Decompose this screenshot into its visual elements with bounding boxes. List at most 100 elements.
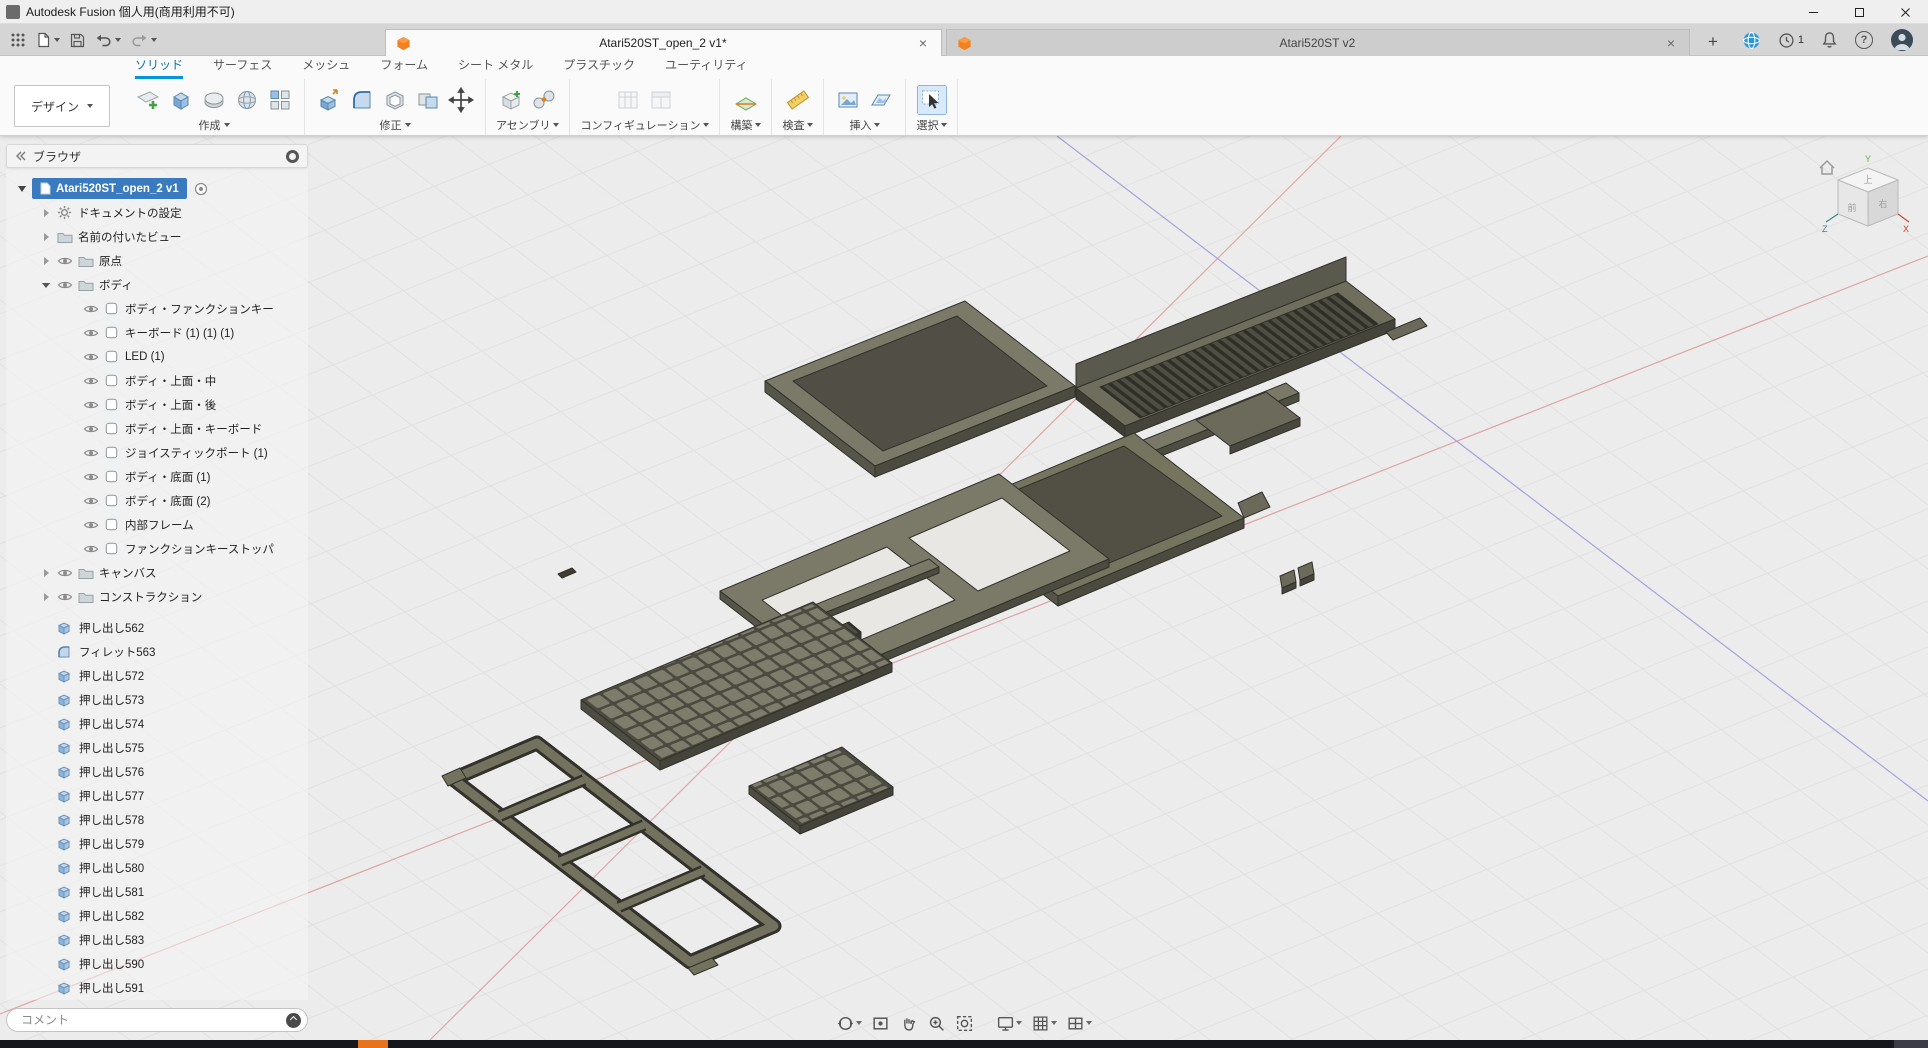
visibility-eye-icon[interactable] xyxy=(83,325,100,341)
visibility-eye-icon[interactable] xyxy=(83,397,100,413)
ribbon-tab[interactable]: メッシュ xyxy=(302,56,350,79)
ribbon-tab[interactable]: プラスチック xyxy=(563,56,635,79)
os-taskbar[interactable] xyxy=(0,1040,1928,1048)
collapse-panel-icon[interactable] xyxy=(15,150,27,162)
browser-tree-row[interactable]: キャンバス xyxy=(6,561,308,585)
part-led[interactable] xyxy=(558,568,576,578)
expand-arrow-icon[interactable] xyxy=(40,231,53,244)
undo-icon[interactable] xyxy=(91,27,125,53)
close-button[interactable] xyxy=(1882,0,1928,24)
browser-tree-row[interactable]: ボディ・上面・キーボード xyxy=(6,417,308,441)
feature-row[interactable]: 押し出し579 xyxy=(6,832,308,856)
avatar[interactable] xyxy=(1886,27,1918,53)
expand-arrow-icon[interactable] xyxy=(66,519,79,532)
browser-root-row[interactable]: Atari520ST_open_2 v1 xyxy=(6,176,308,201)
expand-arrow-icon[interactable] xyxy=(18,186,26,192)
expand-arrow-icon[interactable] xyxy=(66,327,79,340)
shell-tool-icon[interactable] xyxy=(381,86,409,114)
browser-tree-row[interactable]: LED (1) xyxy=(6,345,308,369)
browser-tree-row[interactable]: 名前の付いたビュー xyxy=(6,225,308,249)
extrude-tool-icon[interactable] xyxy=(167,86,195,114)
expand-arrow-icon[interactable] xyxy=(40,255,53,268)
visibility-eye-icon[interactable] xyxy=(57,253,74,269)
grid-and-snaps-icon[interactable] xyxy=(1028,1011,1060,1035)
document-tab-inactive[interactable]: Atari520ST v2 × xyxy=(946,29,1690,56)
visibility-eye-icon[interactable] xyxy=(83,469,100,485)
tool-group-label-configure[interactable]: コンフィギュレーション xyxy=(580,117,709,133)
visibility-eye-icon[interactable] xyxy=(57,277,74,293)
tab-close-icon[interactable]: × xyxy=(915,35,931,51)
expand-arrow-icon[interactable] xyxy=(66,471,79,484)
tool-group-label-modify[interactable]: 修正 xyxy=(380,117,411,133)
feature-row[interactable]: 押し出し580 xyxy=(6,856,308,880)
tool-group-label-assemble[interactable]: アセンブリ xyxy=(496,117,559,133)
feature-row[interactable]: 押し出し582 xyxy=(6,904,308,928)
viewports-icon[interactable] xyxy=(1063,1011,1095,1035)
browser-tree-row[interactable]: ボディ・底面 (2) xyxy=(6,489,308,513)
browser-tree-row[interactable]: ファンクションキーストッパ xyxy=(6,537,308,561)
redo-icon[interactable] xyxy=(127,27,161,53)
feature-row[interactable]: 押し出し575 xyxy=(6,736,308,760)
feature-row[interactable]: 押し出し574 xyxy=(6,712,308,736)
measure-icon[interactable] xyxy=(784,86,812,114)
tool-group-label-select[interactable]: 選択 xyxy=(916,117,947,133)
feature-row[interactable]: 押し出し590 xyxy=(6,952,308,976)
browser-tree-row[interactable]: ボディ・上面・後 xyxy=(6,393,308,417)
document-tab-active[interactable]: Atari520ST_open_2 v1* × xyxy=(385,29,942,56)
insert-image-icon[interactable] xyxy=(834,86,862,114)
panel-options-icon[interactable] xyxy=(286,150,299,163)
expand-arrow-icon[interactable] xyxy=(66,303,79,316)
feature-row[interactable]: 押し出し577 xyxy=(6,784,308,808)
ribbon-tab[interactable]: ソリッド xyxy=(135,56,183,79)
visibility-eye-icon[interactable] xyxy=(83,373,100,389)
insert-canvas-icon[interactable] xyxy=(867,86,895,114)
browser-tree-row[interactable]: ボディ・ファンクションキー xyxy=(6,297,308,321)
tab-close-icon[interactable]: × xyxy=(1663,35,1679,51)
visibility-eye-icon[interactable] xyxy=(57,565,74,581)
part-joystick-port[interactable] xyxy=(1280,562,1314,594)
browser-tree-row[interactable]: ジョイスティックポート (1) xyxy=(6,441,308,465)
browser-tree-row[interactable]: ボディ xyxy=(6,273,308,297)
visibility-eye-icon[interactable] xyxy=(83,349,100,365)
ribbon-tab[interactable]: ユーティリティ xyxy=(665,56,748,79)
viewcube[interactable]: 上 前 右 Z X Y xyxy=(1814,152,1914,252)
construction-plane-icon[interactable] xyxy=(732,86,760,114)
expand-arrow-icon[interactable] xyxy=(40,279,53,292)
feature-row[interactable]: 押し出し583 xyxy=(6,928,308,952)
ribbon-tab[interactable]: フォーム xyxy=(380,56,428,79)
browser-tree-row[interactable]: 内部フレーム xyxy=(6,513,308,537)
ribbon-tab[interactable]: シート メタル xyxy=(458,56,533,79)
pan-icon[interactable] xyxy=(896,1011,921,1035)
browser-tree-row[interactable]: ドキュメントの設定 xyxy=(6,201,308,225)
expand-arrow-icon[interactable] xyxy=(66,423,79,436)
home-icon[interactable] xyxy=(1820,161,1834,174)
visibility-eye-icon[interactable] xyxy=(83,541,100,557)
ribbon-tab[interactable]: サーフェス xyxy=(213,56,272,79)
feature-row[interactable]: 押し出し572 xyxy=(6,664,308,688)
feature-row[interactable]: 押し出し578 xyxy=(6,808,308,832)
browser-tree-row[interactable]: 原点 xyxy=(6,249,308,273)
live-sync-globe-icon[interactable] xyxy=(1738,27,1765,53)
tool-group-label-inspect[interactable]: 検査 xyxy=(782,117,813,133)
feature-row[interactable]: 押し出し562 xyxy=(6,616,308,640)
maximize-button[interactable] xyxy=(1836,0,1882,24)
feature-row[interactable]: 押し出し573 xyxy=(6,688,308,712)
job-status[interactable]: 1 xyxy=(1778,32,1804,49)
file-menu-icon[interactable] xyxy=(32,27,64,53)
zoom-icon[interactable] xyxy=(924,1011,949,1035)
expand-arrow-icon[interactable] xyxy=(66,447,79,460)
part-keyboard[interactable] xyxy=(581,602,892,770)
comment-input[interactable] xyxy=(19,1012,286,1028)
expand-arrow-icon[interactable] xyxy=(66,543,79,556)
expand-arrow-icon[interactable] xyxy=(66,399,79,412)
configuration-icon[interactable] xyxy=(614,86,642,114)
visibility-eye-icon[interactable] xyxy=(83,301,100,317)
part-body-top-middle[interactable] xyxy=(765,301,1075,477)
orbit-icon[interactable] xyxy=(833,1011,865,1035)
minimize-button[interactable] xyxy=(1790,0,1836,24)
sphere-tool-icon[interactable] xyxy=(233,86,261,114)
fillet-tool-icon[interactable] xyxy=(348,86,376,114)
create-sketch-icon[interactable] xyxy=(134,86,162,114)
press-pull-icon[interactable] xyxy=(315,86,343,114)
visibility-eye-icon[interactable] xyxy=(83,445,100,461)
